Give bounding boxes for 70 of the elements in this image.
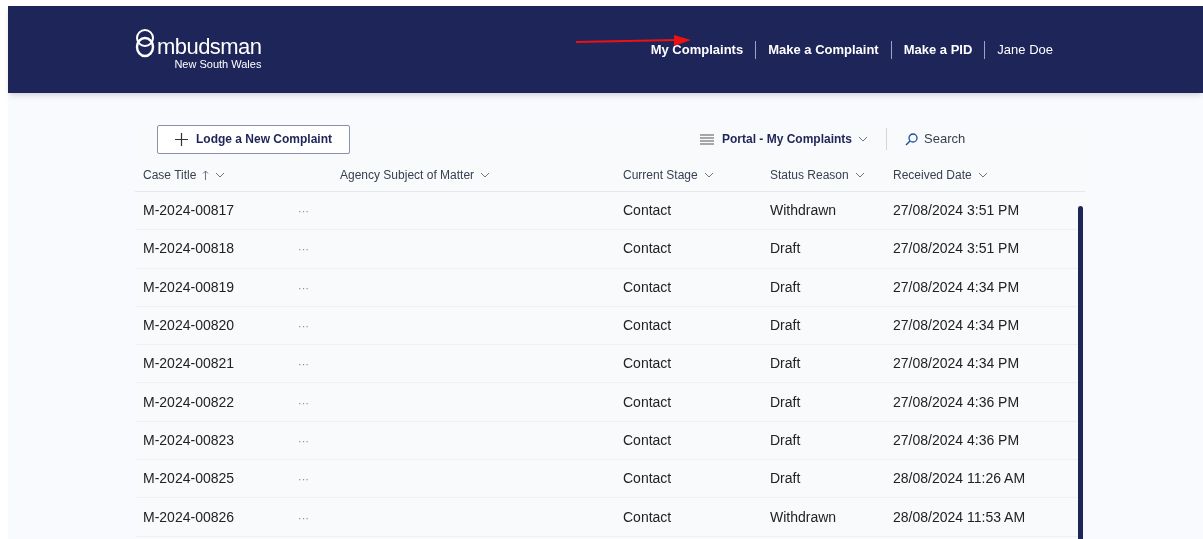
chevron-down-icon [215, 171, 226, 178]
plus-icon [175, 132, 188, 146]
chevron-down-icon [854, 171, 865, 178]
date-cell: 28/08/2024 11:53 AM [893, 508, 1026, 525]
chevron-down-icon [858, 136, 868, 142]
case-title-cell[interactable]: M-2024-00817 [143, 202, 235, 219]
lodge-complaint-button[interactable]: Lodge a New Complaint [157, 124, 350, 154]
status-cell: Withdrawn [770, 202, 837, 219]
case-title-cell[interactable]: M-2024-00826 [143, 508, 235, 525]
nav-link[interactable]: Make a PID [903, 39, 973, 60]
more-options[interactable]: ··· [298, 434, 309, 447]
status-cell: Draft [770, 278, 801, 295]
status-cell: Draft [770, 317, 801, 334]
view-selector[interactable]: Portal - My Complaints [700, 130, 868, 148]
more-options[interactable]: ··· [298, 358, 309, 371]
chevron-down-icon [977, 171, 988, 178]
status-cell: Draft [770, 470, 801, 487]
column-header[interactable]: Current Stage [623, 165, 714, 184]
logo-subtitle: New South Wales [174, 57, 262, 72]
column-header[interactable]: Agency Subject of Matter [340, 165, 491, 184]
stage-cell: Contact [623, 470, 672, 487]
status-cell: Draft [770, 240, 801, 257]
case-title-cell[interactable]: M-2024-00822 [143, 393, 235, 410]
date-cell: 27/08/2024 4:36 PM [893, 393, 1020, 410]
more-options[interactable]: ··· [298, 205, 309, 218]
logo-title: mbudsman [157, 35, 262, 58]
stage-cell: Contact [623, 240, 672, 257]
date-cell: 27/08/2024 4:34 PM [893, 278, 1020, 295]
logo-icon [133, 27, 157, 58]
more-options[interactable]: ··· [298, 320, 309, 333]
status-cell: Draft [770, 431, 801, 448]
search-icon [905, 132, 918, 146]
stage-cell: Contact [623, 508, 672, 525]
status-cell: Withdrawn [770, 508, 837, 525]
list-icon [700, 133, 714, 145]
date-cell: 27/08/2024 4:34 PM [893, 317, 1020, 334]
nav-link[interactable]: My Complaints [650, 39, 744, 60]
date-cell: 27/08/2024 3:51 PM [893, 202, 1020, 219]
stage-cell: Contact [623, 431, 672, 448]
chevron-down-icon [480, 171, 491, 178]
column-header[interactable]: Status Reason [770, 165, 865, 184]
column-header[interactable]: Received Date [893, 165, 988, 184]
nav-link[interactable]: Make a Complaint [768, 39, 879, 60]
scrollbar[interactable] [1078, 206, 1083, 539]
date-cell: 27/08/2024 3:51 PM [893, 240, 1020, 257]
more-options[interactable]: ··· [298, 243, 309, 256]
date-cell: 27/08/2024 4:34 PM [893, 355, 1020, 372]
stage-cell: Contact [623, 278, 672, 295]
user-name[interactable]: Jane Doe [997, 39, 1053, 60]
status-cell: Draft [770, 393, 801, 410]
stage-cell: Contact [623, 393, 672, 410]
stage-cell: Contact [623, 202, 672, 219]
search-field[interactable]: Search [924, 129, 1034, 149]
case-title-cell[interactable]: M-2024-00818 [143, 240, 235, 257]
case-title-cell[interactable]: M-2024-00820 [143, 317, 235, 334]
stage-cell: Contact [623, 355, 672, 372]
column-header[interactable]: Case Title [143, 165, 226, 184]
more-options[interactable]: ··· [298, 281, 309, 294]
stage-cell: Contact [623, 317, 672, 334]
date-cell: 27/08/2024 4:36 PM [893, 431, 1020, 448]
case-title-cell[interactable]: M-2024-00823 [143, 431, 235, 448]
chevron-down-icon [703, 171, 714, 178]
case-title-cell[interactable]: M-2024-00825 [143, 470, 235, 487]
more-options[interactable]: ··· [298, 396, 309, 409]
case-title-cell[interactable]: M-2024-00819 [143, 278, 235, 295]
case-title-cell[interactable]: M-2024-00821 [143, 355, 235, 372]
more-options[interactable]: ··· [298, 511, 309, 524]
date-cell: 28/08/2024 11:26 AM [893, 470, 1026, 487]
more-options[interactable]: ··· [298, 473, 309, 486]
status-cell: Draft [770, 355, 801, 372]
